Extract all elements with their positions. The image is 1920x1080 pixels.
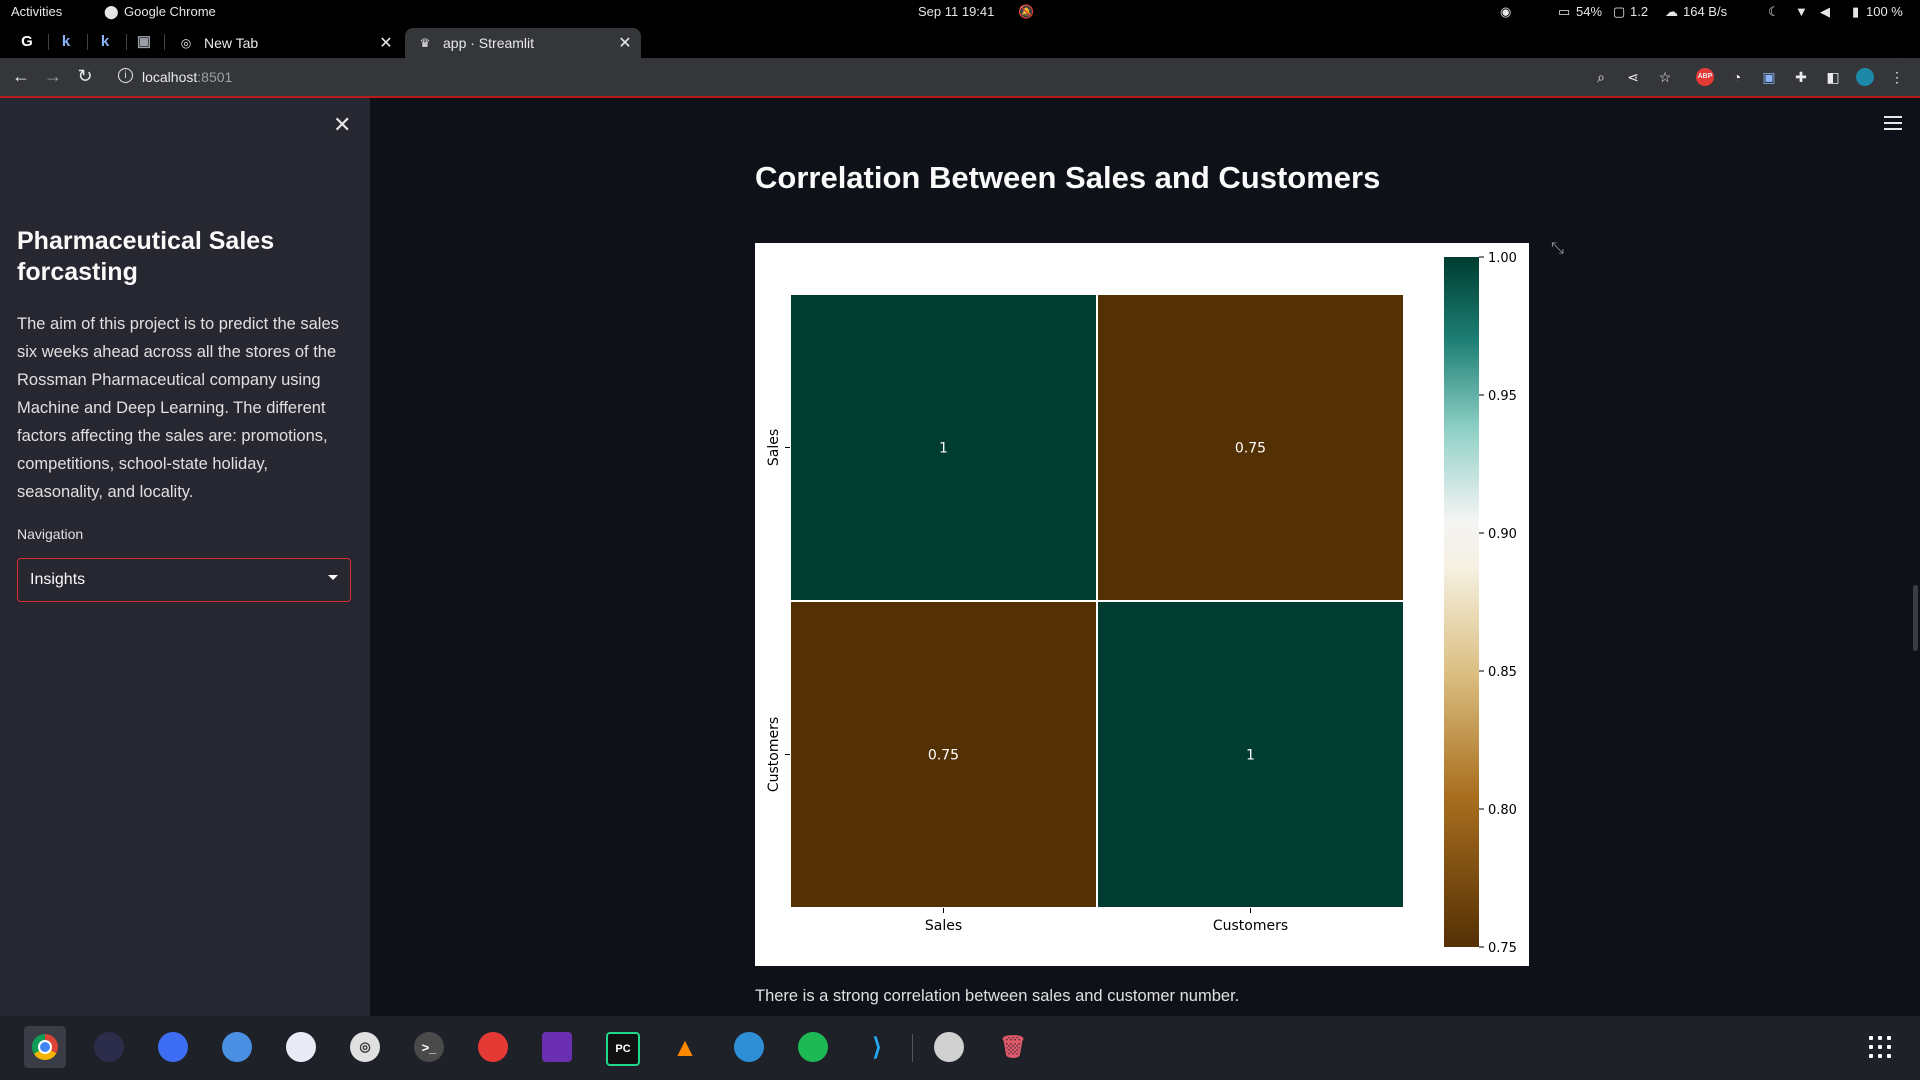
chrome-icon: ◎ [180,36,192,50]
tab-streamlit[interactable]: ♛ app · Streamlit ✕ [405,28,641,58]
hamburger-menu-icon[interactable] [1884,116,1902,134]
notifications-off-icon: 🔕 [1018,4,1035,19]
night-light-icon: ☾ [1768,4,1780,19]
indicator-icon[interactable]: ◉ [1500,4,1511,20]
colorbar-tick-label: 0.90 [1488,527,1517,542]
github-icon[interactable] [542,1032,572,1062]
pinned-tab-google[interactable]: G [17,31,37,51]
tab-label: app · Streamlit [443,35,535,51]
chart-caption: There is a strong correlation between sa… [755,987,1240,1005]
sidebar: ✕ Pharmaceutical Sales forcasting The ai… [0,98,370,1016]
scrollbar[interactable] [1913,585,1918,651]
chrome-app-icon: ⬤ [104,4,119,19]
navigation-selected-value: Insights [30,571,86,588]
wifi-icon: ▼ [1795,4,1808,19]
pycharm-icon[interactable]: PC [606,1032,640,1066]
cell-annotation: 0.75 [928,748,959,764]
close-sidebar-icon[interactable]: ✕ [333,112,351,138]
y-tick-label: Sales [766,429,782,466]
share-icon[interactable]: ⋖ [1624,68,1642,86]
load-value: 1.2 [1630,4,1649,19]
spotify-icon[interactable] [798,1032,828,1062]
cell-annotation: 1 [1246,748,1255,764]
back-icon[interactable]: ← [10,66,32,87]
dock: ◎ >_ PC ▲ ⟩ 🗑 [0,1016,1920,1080]
pinned-tab-k2[interactable]: k [95,31,115,51]
drive-icon[interactable] [934,1032,964,1062]
pinned-tab-image[interactable]: ▣ [134,31,154,51]
heatmap-chart: 1 0.750.75 1 Sales CustomersSalesCustomers … [766,251,1517,956]
vscode-icon[interactable]: ⟩ [862,1032,892,1062]
reload-icon[interactable]: ↻ [74,66,96,87]
colorbar-tick-label: 1.00 [1488,251,1517,266]
telegram-icon[interactable] [158,1032,188,1062]
chrome-menu-icon[interactable]: ⋮ [1888,68,1906,86]
forward-icon[interactable]: → [42,66,64,87]
show-apps-icon[interactable] [1869,1036,1893,1060]
trash-icon[interactable]: 🗑 [998,1032,1028,1062]
remote-icon[interactable] [222,1032,252,1062]
navigation-label: Navigation [17,526,84,542]
close-tab-icon[interactable]: ✕ [376,33,396,53]
colorbar-tick-label: 0.95 [1488,389,1517,404]
chevron-down-icon [328,575,338,580]
profile-avatar[interactable] [1856,68,1874,86]
eclipse-icon[interactable] [94,1032,124,1062]
zoom-icon[interactable]: ⌕ [1592,68,1610,86]
stellarium-icon[interactable] [734,1032,764,1062]
cell-annotation: 1 [939,441,948,457]
volume-icon: ◀ [1820,4,1830,19]
disk-icon[interactable] [286,1032,316,1062]
bookmark-star-icon[interactable]: ☆ [1656,68,1674,86]
camera-icon[interactable]: ◎ [350,1032,380,1062]
terminal-icon[interactable]: >_ [414,1032,444,1062]
tab-strip: G k k ▣ ◎ New Tab ✕ ♛ app · Streamlit ✕ … [0,24,1920,77]
app-name[interactable]: Google Chrome [124,4,216,19]
sidebar-title: Pharmaceutical Sales forcasting [17,227,275,286]
colorbar [1444,257,1479,947]
colorbar-tick-label: 0.85 [1488,665,1517,680]
incognito-icon[interactable]: ◔ [1728,68,1746,86]
streamlit-icon: ♛ [419,36,431,50]
cpu-value: 54% [1576,4,1603,19]
tab-new-tab[interactable]: ◎ New Tab ✕ [166,28,402,58]
fullscreen-expand-icon[interactable]: ⤡ [1551,240,1564,258]
sidebar-description: The aim of this project is to predict th… [17,315,339,501]
x-tick-label: Customers [1213,918,1288,934]
colorbar-tick-label: 0.75 [1488,941,1517,956]
y-tick-label: Customers [766,717,782,792]
cell-annotation: 0.75 [1235,441,1266,457]
network-value: 164 B/s [1683,4,1728,19]
network-icon: ☁ [1665,4,1678,19]
screenshot-extension-icon[interactable]: ▣ [1760,68,1778,86]
heatmap-figure: 1 0.75 0.75 1 Sales Customers Sales Customers … [755,243,1529,966]
dock-chrome-active[interactable] [24,1026,66,1068]
clock[interactable]: Sep 11 19:41 [918,4,994,19]
x-tick-label: Sales [925,918,962,934]
extensions-puzzle-icon[interactable]: ✚ [1792,68,1810,86]
site-info-icon[interactable]: i [118,68,133,83]
battery-value[interactable]: 100 % [1866,4,1903,19]
pdf-icon[interactable] [478,1032,508,1062]
battery-icon: ▮ [1852,4,1860,19]
page-title: Correlation Between Sales and Customers [755,160,1381,195]
colorbar-tick-label: 0.80 [1488,803,1517,818]
side-panel-icon[interactable]: ◧ [1824,68,1842,86]
adblock-icon[interactable]: ABP [1696,68,1714,86]
navigation-select[interactable]: Insights [17,558,351,602]
close-tab-icon[interactable]: ✕ [615,33,635,53]
tab-label: New Tab [204,35,259,51]
activities-button[interactable]: Activities [11,4,62,19]
address-bar[interactable]: i localhost:8501 [110,63,1660,91]
browser-toolbar: ← → ↻ i localhost:8501 ⌕ ⋖ ☆ ABP ◔ ▣ ✚ ◧… [0,58,1920,98]
pinned-tab-k1[interactable]: k [56,31,76,51]
system-top-bar: Activities ⬤ Google Chrome Sep 11 19:41 … [0,0,1920,24]
chrome-icon [32,1034,58,1060]
vlc-icon[interactable]: ▲ [670,1032,700,1062]
cpu-icon: ▭ [1558,4,1571,19]
monitor-icon: ▢ [1613,4,1626,19]
url-text[interactable]: localhost:8501 [142,69,232,85]
